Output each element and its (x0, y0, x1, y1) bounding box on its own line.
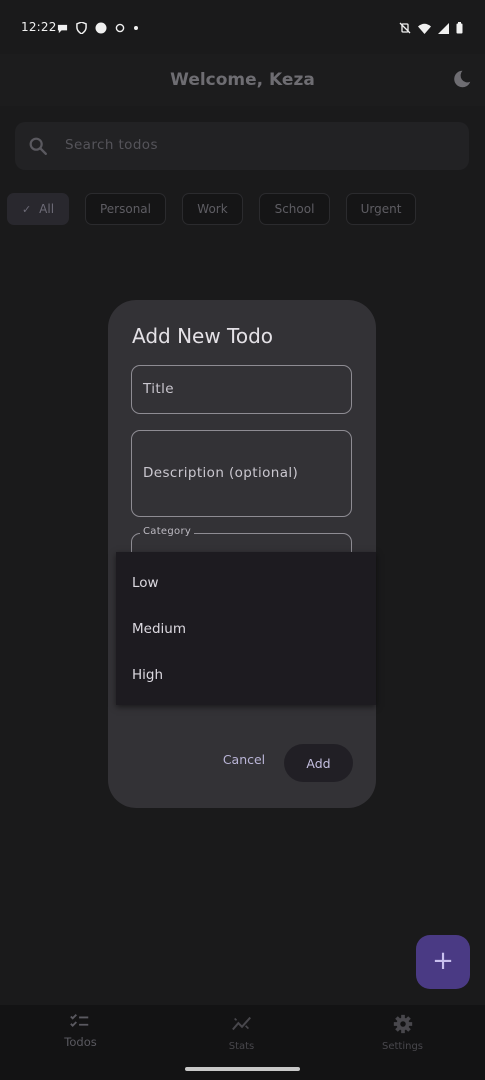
search-placeholder: Search todos (65, 137, 158, 153)
notification-icons (57, 20, 139, 36)
title-placeholder: Title (143, 381, 174, 397)
filter-chip-personal[interactable]: Personal (85, 193, 166, 225)
check-icon: ✓ (21, 202, 32, 216)
chip-label: All (39, 202, 55, 216)
nav-label-stats: Stats (228, 1041, 255, 1052)
search-bar[interactable]: Search todos (15, 122, 469, 170)
dialog-title: Add New Todo (132, 324, 274, 348)
gear-icon (393, 1014, 413, 1034)
status-time: 12:22 (21, 20, 57, 34)
dot-icon (134, 26, 138, 30)
nav-item-settings[interactable]: Settings (322, 1005, 483, 1065)
battery-icon (456, 22, 463, 34)
app-bar: Welcome, Keza (0, 54, 485, 106)
vibrate-mute-icon (399, 22, 411, 34)
add-todo-fab[interactable]: + (416, 935, 470, 989)
moon-icon[interactable] (451, 68, 473, 90)
description-placeholder: Description (optional) (143, 465, 299, 481)
status-bar: 12:22 (0, 0, 485, 54)
menu-item-high[interactable]: High (132, 667, 163, 683)
chip-label: Work (197, 202, 228, 216)
filter-chip-school[interactable]: School (259, 193, 330, 225)
checklist-icon (70, 1014, 89, 1027)
priority-dropdown-menu: Low Medium High (116, 552, 376, 705)
system-icons (399, 20, 463, 36)
nav-label-todos: Todos (64, 1035, 97, 1049)
nav-item-stats[interactable]: Stats (161, 1005, 322, 1065)
chip-label: Personal (99, 202, 151, 216)
filter-chip-urgent[interactable]: Urgent (346, 193, 416, 225)
circle-filled-icon (95, 22, 107, 34)
page-title: Welcome, Keza (170, 70, 315, 90)
title-field[interactable]: Title (131, 365, 352, 414)
nav-label-settings: Settings (381, 1041, 423, 1052)
circle-outline-icon (115, 23, 125, 33)
filter-chip-work[interactable]: Work (182, 193, 243, 225)
gesture-handle[interactable] (185, 1067, 300, 1071)
add-button[interactable]: Add (284, 744, 353, 782)
nav-item-todos[interactable]: Todos (0, 1005, 161, 1065)
wifi-icon (418, 23, 431, 34)
trending-chart-icon (232, 1016, 251, 1031)
chat-bubble-icon (57, 24, 68, 33)
search-icon (29, 137, 47, 155)
cell-signal-icon (438, 22, 449, 34)
chip-label: Urgent (360, 202, 402, 216)
plus-icon: + (432, 946, 454, 976)
chip-label: School (274, 202, 315, 216)
category-label: Category (140, 526, 195, 537)
menu-item-low[interactable]: Low (132, 575, 159, 591)
cancel-button[interactable]: Cancel (212, 752, 276, 772)
add-button-label: Add (306, 755, 331, 771)
menu-item-medium[interactable]: Medium (132, 621, 186, 637)
shield-app-icon (76, 22, 87, 34)
filter-chip-all[interactable]: ✓ All (7, 193, 69, 225)
description-field[interactable]: Description (optional) (131, 430, 352, 517)
